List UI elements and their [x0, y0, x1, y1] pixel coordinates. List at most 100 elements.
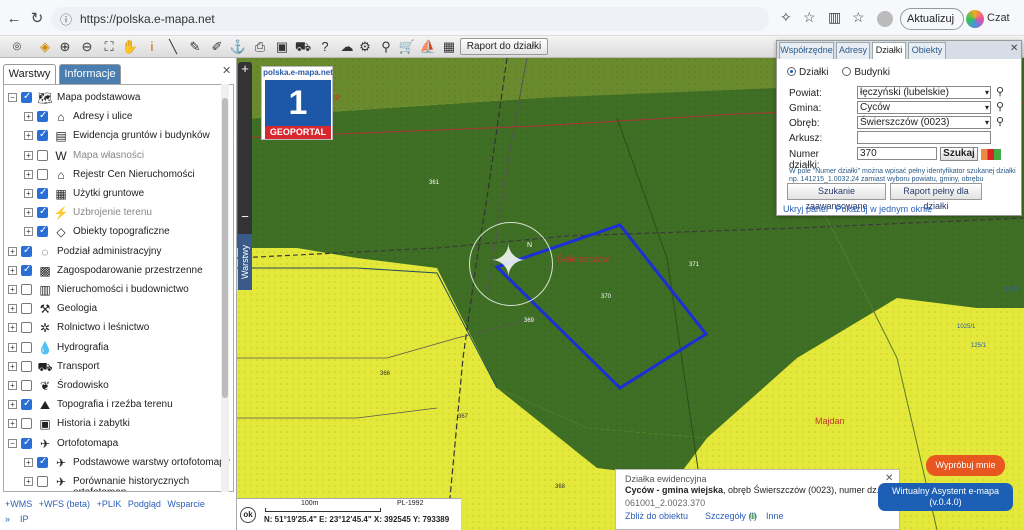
wms-link[interactable]: +WMS — [5, 499, 32, 509]
reload-icon[interactable]: ↻ — [27, 9, 47, 29]
layer-item[interactable]: + ◇ Obiekty topograficzne — [4, 223, 224, 241]
full-extent-icon[interactable]: ⛶ — [100, 38, 118, 56]
expand-toggle[interactable]: + — [8, 342, 17, 352]
pan-hand-icon[interactable]: ✋ — [121, 38, 139, 56]
layer-checkbox[interactable] — [21, 418, 32, 430]
expand-toggle[interactable]: + — [24, 477, 33, 486]
expand-toggle[interactable]: + — [8, 381, 17, 390]
color-legend-icon[interactable] — [981, 149, 1001, 160]
powiat-select[interactable]: łęczyński (lubelskie) ▾ — [857, 86, 991, 99]
info-icon[interactable]: i — [143, 38, 161, 56]
url-text[interactable]: https://polska.e-mapa.net — [80, 12, 215, 26]
hide-panel-link[interactable]: Ukryj panel — [783, 204, 828, 214]
layer-checkbox[interactable] — [37, 456, 48, 468]
copilot-icon[interactable] — [966, 10, 984, 28]
file-link[interactable]: +PLIK — [97, 499, 122, 509]
layer-checkbox[interactable] — [21, 245, 32, 257]
layer-item[interactable]: + ▣ Historia i zabytki — [4, 415, 224, 433]
layer-item[interactable]: + ⚒ Geologia — [4, 300, 224, 318]
expand-toggle[interactable]: + — [8, 285, 17, 294]
search-object-icon[interactable]: ⚲ — [377, 38, 395, 56]
zoom-out-icon[interactable]: ⊖ — [78, 38, 96, 56]
tab-adresy[interactable]: Adresy — [836, 42, 870, 59]
radio-budynki[interactable]: Budynki — [842, 67, 890, 78]
expand-toggle[interactable]: + — [24, 189, 33, 198]
layer-checkbox[interactable] — [21, 91, 32, 103]
measure-area-icon[interactable]: ✎ — [186, 38, 204, 56]
search-icon[interactable]: ⚲ — [996, 115, 1004, 128]
layer-checkbox[interactable] — [21, 360, 32, 372]
back-icon[interactable]: ← — [4, 9, 24, 29]
layer-checkbox[interactable] — [37, 149, 48, 161]
layer-checkbox[interactable] — [21, 398, 32, 411]
layer-item[interactable]: − ✈ Ortofotomapa — [4, 435, 224, 453]
expand-toggle[interactable]: + — [8, 323, 17, 333]
split-screen-icon[interactable]: ▥ — [828, 9, 841, 26]
compass-icon[interactable]: ✦ N — [469, 222, 553, 306]
layer-checkbox[interactable] — [37, 206, 48, 219]
expand-toggle[interactable]: + — [24, 112, 33, 122]
layer-scrollbar[interactable] — [221, 84, 229, 492]
gmina-select[interactable]: Cyców ▾ — [857, 101, 991, 114]
layer-checkbox[interactable] — [21, 380, 32, 391]
zoom-minus-icon[interactable]: − — [238, 210, 252, 224]
zoom-in-icon[interactable]: ⊕ — [56, 38, 74, 56]
tab-dzialki[interactable]: Działki — [872, 42, 906, 59]
layer-item[interactable]: + 💧 Hydrografia — [4, 339, 224, 357]
print-icon[interactable]: ⎙ — [251, 38, 269, 56]
layer-checkbox[interactable] — [37, 187, 48, 199]
sailboat-icon[interactable]: ⛵ — [419, 38, 437, 56]
layer-item[interactable]: + ⌂ Rejestr Cen Nieruchomości — [4, 166, 224, 184]
layer-checkbox[interactable] — [21, 284, 32, 295]
full-report-button[interactable]: Raport pełny dla działki — [890, 183, 982, 211]
support-link[interactable]: Wsparcie — [167, 499, 205, 509]
try-me-badge[interactable]: Wypróbuj mnie — [926, 455, 1005, 476]
profile-avatar[interactable] — [877, 11, 893, 27]
preview-link[interactable]: Podgląd — [128, 499, 161, 509]
help-icon[interactable]: ? — [316, 38, 334, 56]
layer-checkbox[interactable] — [21, 341, 32, 353]
parcel-number-input[interactable]: 370 — [857, 147, 937, 160]
expand-toggle[interactable]: + — [24, 150, 33, 160]
expand-toggle[interactable]: + — [8, 304, 17, 314]
layer-item[interactable]: + ◌ Podział administracyjny — [4, 243, 224, 261]
advanced-search-button[interactable]: Szukanie zaawansowane — [787, 183, 886, 211]
search-icon[interactable]: ⚲ — [996, 85, 1004, 98]
obreb-select[interactable]: Świerszczów (0023) ▾ — [857, 116, 991, 129]
measure-line-icon[interactable]: ╲ — [164, 38, 182, 56]
layer-item[interactable]: + ⛰ Topografia i rzeźba terenu — [4, 396, 224, 414]
layer-item[interactable]: + ✲ Rolnictwo i leśnictwo — [4, 319, 224, 337]
tab-obiekty[interactable]: Obiekty — [908, 42, 946, 59]
marker-icon[interactable]: ⚓ — [229, 38, 247, 56]
globe-icon[interactable]: ◎ — [4, 38, 30, 56]
layer-checkbox[interactable] — [37, 476, 48, 487]
expand-toggle[interactable]: − — [8, 438, 17, 448]
layer-checkbox[interactable] — [37, 129, 48, 142]
search-icon[interactable]: ⚲ — [996, 100, 1004, 113]
cart-icon[interactable]: 🛒 — [398, 38, 416, 56]
zoom-plus-icon[interactable]: + — [238, 62, 252, 76]
layer-checkbox[interactable] — [21, 437, 32, 449]
expand-toggle[interactable]: + — [24, 131, 33, 141]
layer-item[interactable]: + ▦ Użytki gruntowe — [4, 185, 224, 203]
tab-informacje[interactable]: Informacje — [59, 64, 121, 84]
close-icon[interactable]: ✕ — [222, 64, 231, 77]
layer-item[interactable]: + ⚡ Uzbrojenie terenu — [4, 204, 224, 222]
expand-toggle[interactable]: + — [8, 400, 17, 410]
collapse-link[interactable]: » — [5, 514, 10, 524]
layer-checkbox[interactable] — [37, 225, 48, 238]
layer-checkbox[interactable] — [21, 303, 32, 315]
upload-icon[interactable]: ☁ — [338, 38, 356, 56]
virtual-assistant-button[interactable]: Wirtualny Asystent e-mapa (v.0.4.0) — [878, 483, 1013, 511]
settings-icon[interactable]: ⚙ — [356, 38, 374, 56]
street-view-icon[interactable]: ▣ — [273, 38, 291, 56]
layer-item[interactable]: + W Mapa własności — [4, 147, 224, 165]
expand-toggle[interactable]: + — [24, 227, 33, 237]
ip-link[interactable]: IP — [20, 514, 29, 524]
crs-label[interactable]: PL-1992 — [397, 500, 423, 507]
layer-item[interactable]: − 🗺 Mapa podstawowa — [4, 89, 224, 107]
car-icon[interactable]: ⛟ — [294, 38, 312, 56]
layer-item[interactable]: + ✈ Porównanie historycznychortofotomap — [4, 473, 224, 491]
layer-item[interactable]: + ⌂ Adresy i ulice — [4, 108, 224, 126]
favorite-star-icon[interactable]: ☆ — [803, 9, 816, 26]
